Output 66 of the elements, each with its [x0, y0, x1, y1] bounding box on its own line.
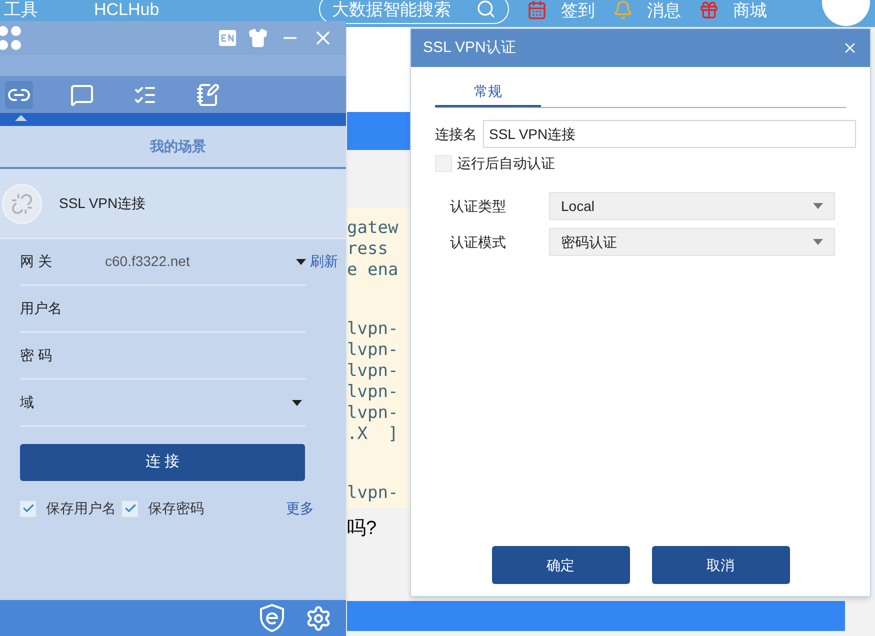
- message-icon: [70, 82, 94, 106]
- field-label: 密 码: [20, 346, 53, 365]
- caret-icon: [292, 400, 302, 406]
- refresh-link[interactable]: 刷新: [310, 251, 342, 272]
- check-icon: [22, 502, 34, 515]
- field-label: 认证模式: [450, 232, 507, 252]
- field-value: SSL VPN连接: [489, 124, 576, 144]
- checkbox[interactable]: [20, 500, 36, 516]
- form-row[interactable]: 用户名: [20, 286, 306, 333]
- field-label: 用户名: [20, 299, 63, 318]
- connect-button[interactable]: 连 接: [20, 444, 305, 481]
- settings-icon[interactable]: [305, 604, 332, 632]
- more-link[interactable]: 更多: [286, 498, 314, 519]
- option-checkbox[interactable]: 保存用户名: [20, 498, 116, 519]
- shield-icon[interactable]: [259, 604, 285, 632]
- form-row[interactable]: 密 码: [20, 333, 306, 380]
- dropdown[interactable]: 密码认证: [549, 228, 835, 256]
- caret-icon: [813, 239, 823, 245]
- dialog-button[interactable]: 确定: [492, 546, 630, 584]
- gateway-value: c60.f3322.net: [105, 252, 190, 271]
- code-line: ress: [347, 239, 389, 260]
- dialog-title: SSL VPN认证: [423, 38, 516, 58]
- code-line: lvpn-: [347, 403, 400, 424]
- dropdown[interactable]: Local: [549, 192, 835, 220]
- unlink-icon: [11, 192, 33, 214]
- checkbox-label: 运行后自动认证: [457, 154, 555, 173]
- section-header: 我的场景: [0, 126, 346, 169]
- scene-row[interactable]: SSL VPN连接: [0, 169, 346, 239]
- search-placeholder: 大数据智能搜索: [332, 0, 452, 18]
- logo-icon: [0, 25, 22, 51]
- option-checkbox[interactable]: 保存密码: [122, 498, 204, 519]
- code-line: .X ]: [347, 424, 400, 445]
- caret-icon: [296, 258, 306, 264]
- checkbox[interactable]: [435, 155, 452, 172]
- check-icon: [124, 502, 136, 515]
- code-line: lvpn-: [347, 483, 400, 504]
- bell-icon: [613, 0, 634, 20]
- dropdown-value: 密码认证: [561, 232, 617, 252]
- code-line: gatew: [347, 218, 400, 239]
- code-line: lvpn-: [347, 361, 400, 382]
- gift-icon: [699, 0, 720, 20]
- field-label: 认证类型: [450, 196, 507, 216]
- connection-name-field[interactable]: SSL VPN连接: [483, 120, 856, 148]
- scene-name: SSL VPN连接: [59, 194, 146, 213]
- form-row[interactable]: 域: [20, 380, 306, 427]
- option-label: 保存密码: [148, 499, 204, 518]
- shirt-icon[interactable]: [248, 28, 268, 48]
- dialog-tab[interactable]: 常规: [435, 81, 541, 107]
- caret-icon: [813, 203, 823, 209]
- code-line: lvpn-: [347, 382, 400, 403]
- notebook-icon: [196, 82, 220, 106]
- code-line: lvpn-: [347, 340, 400, 361]
- page-banner: [347, 112, 410, 150]
- code-line: e ena: [347, 260, 400, 281]
- option-label: 保存用户名: [46, 499, 116, 518]
- checkbox[interactable]: [122, 500, 138, 516]
- language-icon[interactable]: [219, 30, 236, 46]
- field-label: 连接名: [435, 124, 477, 144]
- field-label: 网 关: [20, 252, 53, 271]
- dropdown-value: Local: [561, 196, 594, 216]
- post-text: 吗?: [347, 517, 378, 541]
- code-line: lvpn-: [347, 319, 400, 340]
- search-icon: [476, 0, 496, 19]
- dialog-button[interactable]: 取消: [652, 546, 790, 584]
- calendar-icon: [527, 0, 548, 20]
- field-label: 域: [20, 393, 35, 412]
